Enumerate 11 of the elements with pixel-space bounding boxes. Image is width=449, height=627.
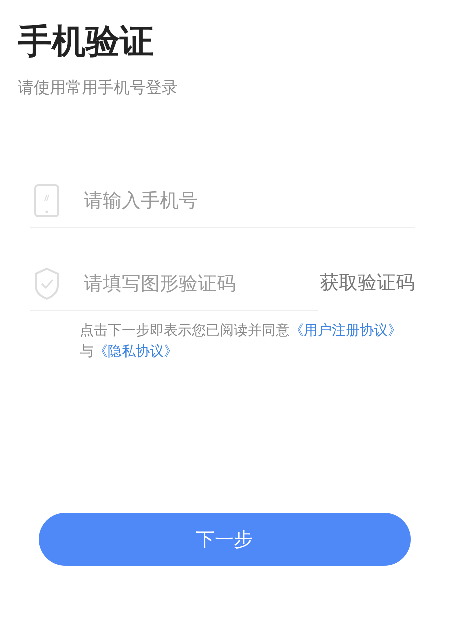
- next-button[interactable]: 下一步: [38, 513, 410, 566]
- phone-input[interactable]: 请输入手机号: [84, 190, 304, 212]
- phone-icon: [34, 184, 60, 218]
- get-code-button[interactable]: 获取验证码: [318, 270, 415, 300]
- page-subtitle: 请使用常用手机号登录: [17, 77, 179, 99]
- page-title: 手机验证: [17, 21, 155, 64]
- agreement-link[interactable]: 《用户注册协议》: [290, 323, 402, 339]
- agreement-text: 点击下一步即表示您已阅读并同意《用户注册协议》 与《隐私协议》: [80, 322, 403, 362]
- captcha-input[interactable]: 请填写图形验证码: [84, 273, 304, 295]
- shield-check-icon: [34, 267, 60, 301]
- agreement-link[interactable]: 《隐私协议》: [94, 344, 178, 360]
